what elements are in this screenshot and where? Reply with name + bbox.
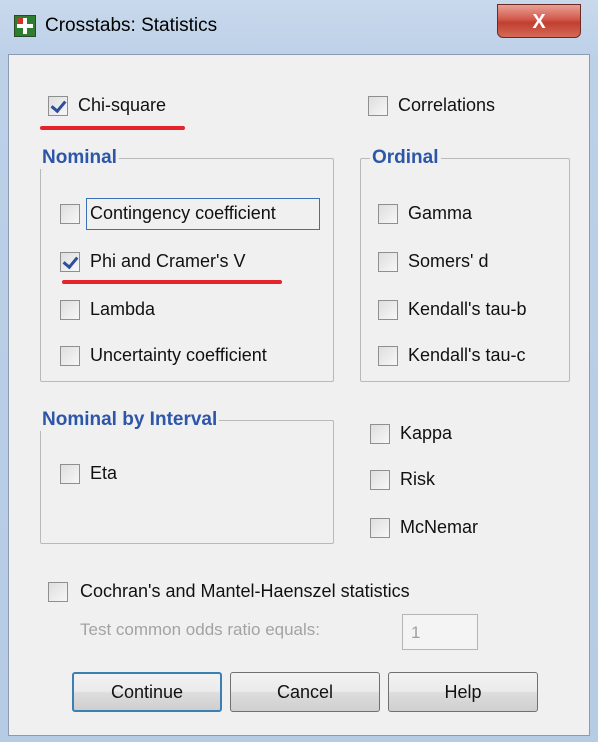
contingency-coefficient-label: Contingency coefficient: [90, 203, 276, 223]
gamma-checkbox[interactable]: [378, 204, 398, 224]
title-bar[interactable]: Crosstabs: Statistics X: [0, 0, 598, 54]
mcnemar-checkbox[interactable]: [370, 518, 390, 538]
mcnemar-label: McNemar: [400, 517, 479, 537]
gamma-label: Gamma: [408, 203, 473, 223]
risk-checkbox[interactable]: [370, 470, 390, 490]
correlations-label: Correlations: [398, 95, 496, 115]
eta-checkbox[interactable]: [60, 464, 80, 484]
dialog-window: Crosstabs: Statistics X Chi-square Corre…: [0, 0, 598, 742]
eta-label: Eta: [90, 463, 118, 483]
cancel-button[interactable]: Cancel: [230, 672, 380, 712]
chi-square-checkbox[interactable]: [48, 96, 68, 116]
window-title: Crosstabs: Statistics: [45, 15, 218, 36]
help-button[interactable]: Help: [388, 672, 538, 712]
close-button[interactable]: X: [497, 4, 581, 38]
risk-label: Risk: [400, 469, 435, 489]
chi-square-label: Chi-square: [78, 95, 167, 115]
kendalls-tau-b-label: Kendall's tau-b: [408, 299, 527, 319]
lambda-label: Lambda: [90, 299, 156, 319]
spss-app-icon: [14, 15, 36, 37]
somers-d-label: Somers' d: [408, 251, 489, 271]
nominal-legend: Nominal: [40, 147, 119, 169]
nominal-by-interval-group: [40, 420, 334, 544]
cochran-mantel-haenszel-label: Cochran's and Mantel-Haenszel statistics: [80, 581, 410, 601]
lambda-checkbox[interactable]: [60, 300, 80, 320]
phi-cramers-v-label: Phi and Cramer's V: [90, 251, 246, 271]
phi-cramers-v-checkbox[interactable]: [60, 252, 80, 272]
uncertainty-coefficient-label: Uncertainty coefficient: [90, 345, 267, 365]
contingency-coefficient-checkbox[interactable]: [60, 204, 80, 224]
odds-ratio-input[interactable]: 1: [402, 614, 478, 650]
kendalls-tau-c-checkbox[interactable]: [378, 346, 398, 366]
annotation-underline: [62, 280, 282, 284]
cochran-mantel-haenszel-checkbox[interactable]: [48, 582, 68, 602]
kappa-label: Kappa: [400, 423, 453, 443]
kendalls-tau-b-checkbox[interactable]: [378, 300, 398, 320]
annotation-underline: [40, 126, 185, 130]
ordinal-legend: Ordinal: [370, 147, 441, 169]
kendalls-tau-c-label: Kendall's tau-c: [408, 345, 526, 365]
nominal-by-interval-legend: Nominal by Interval: [40, 409, 220, 431]
continue-button[interactable]: Continue: [72, 672, 222, 712]
uncertainty-coefficient-checkbox[interactable]: [60, 346, 80, 366]
kappa-checkbox[interactable]: [370, 424, 390, 444]
somers-d-checkbox[interactable]: [378, 252, 398, 272]
odds-ratio-label: Test common odds ratio equals:: [80, 620, 321, 639]
correlations-checkbox[interactable]: [368, 96, 388, 116]
